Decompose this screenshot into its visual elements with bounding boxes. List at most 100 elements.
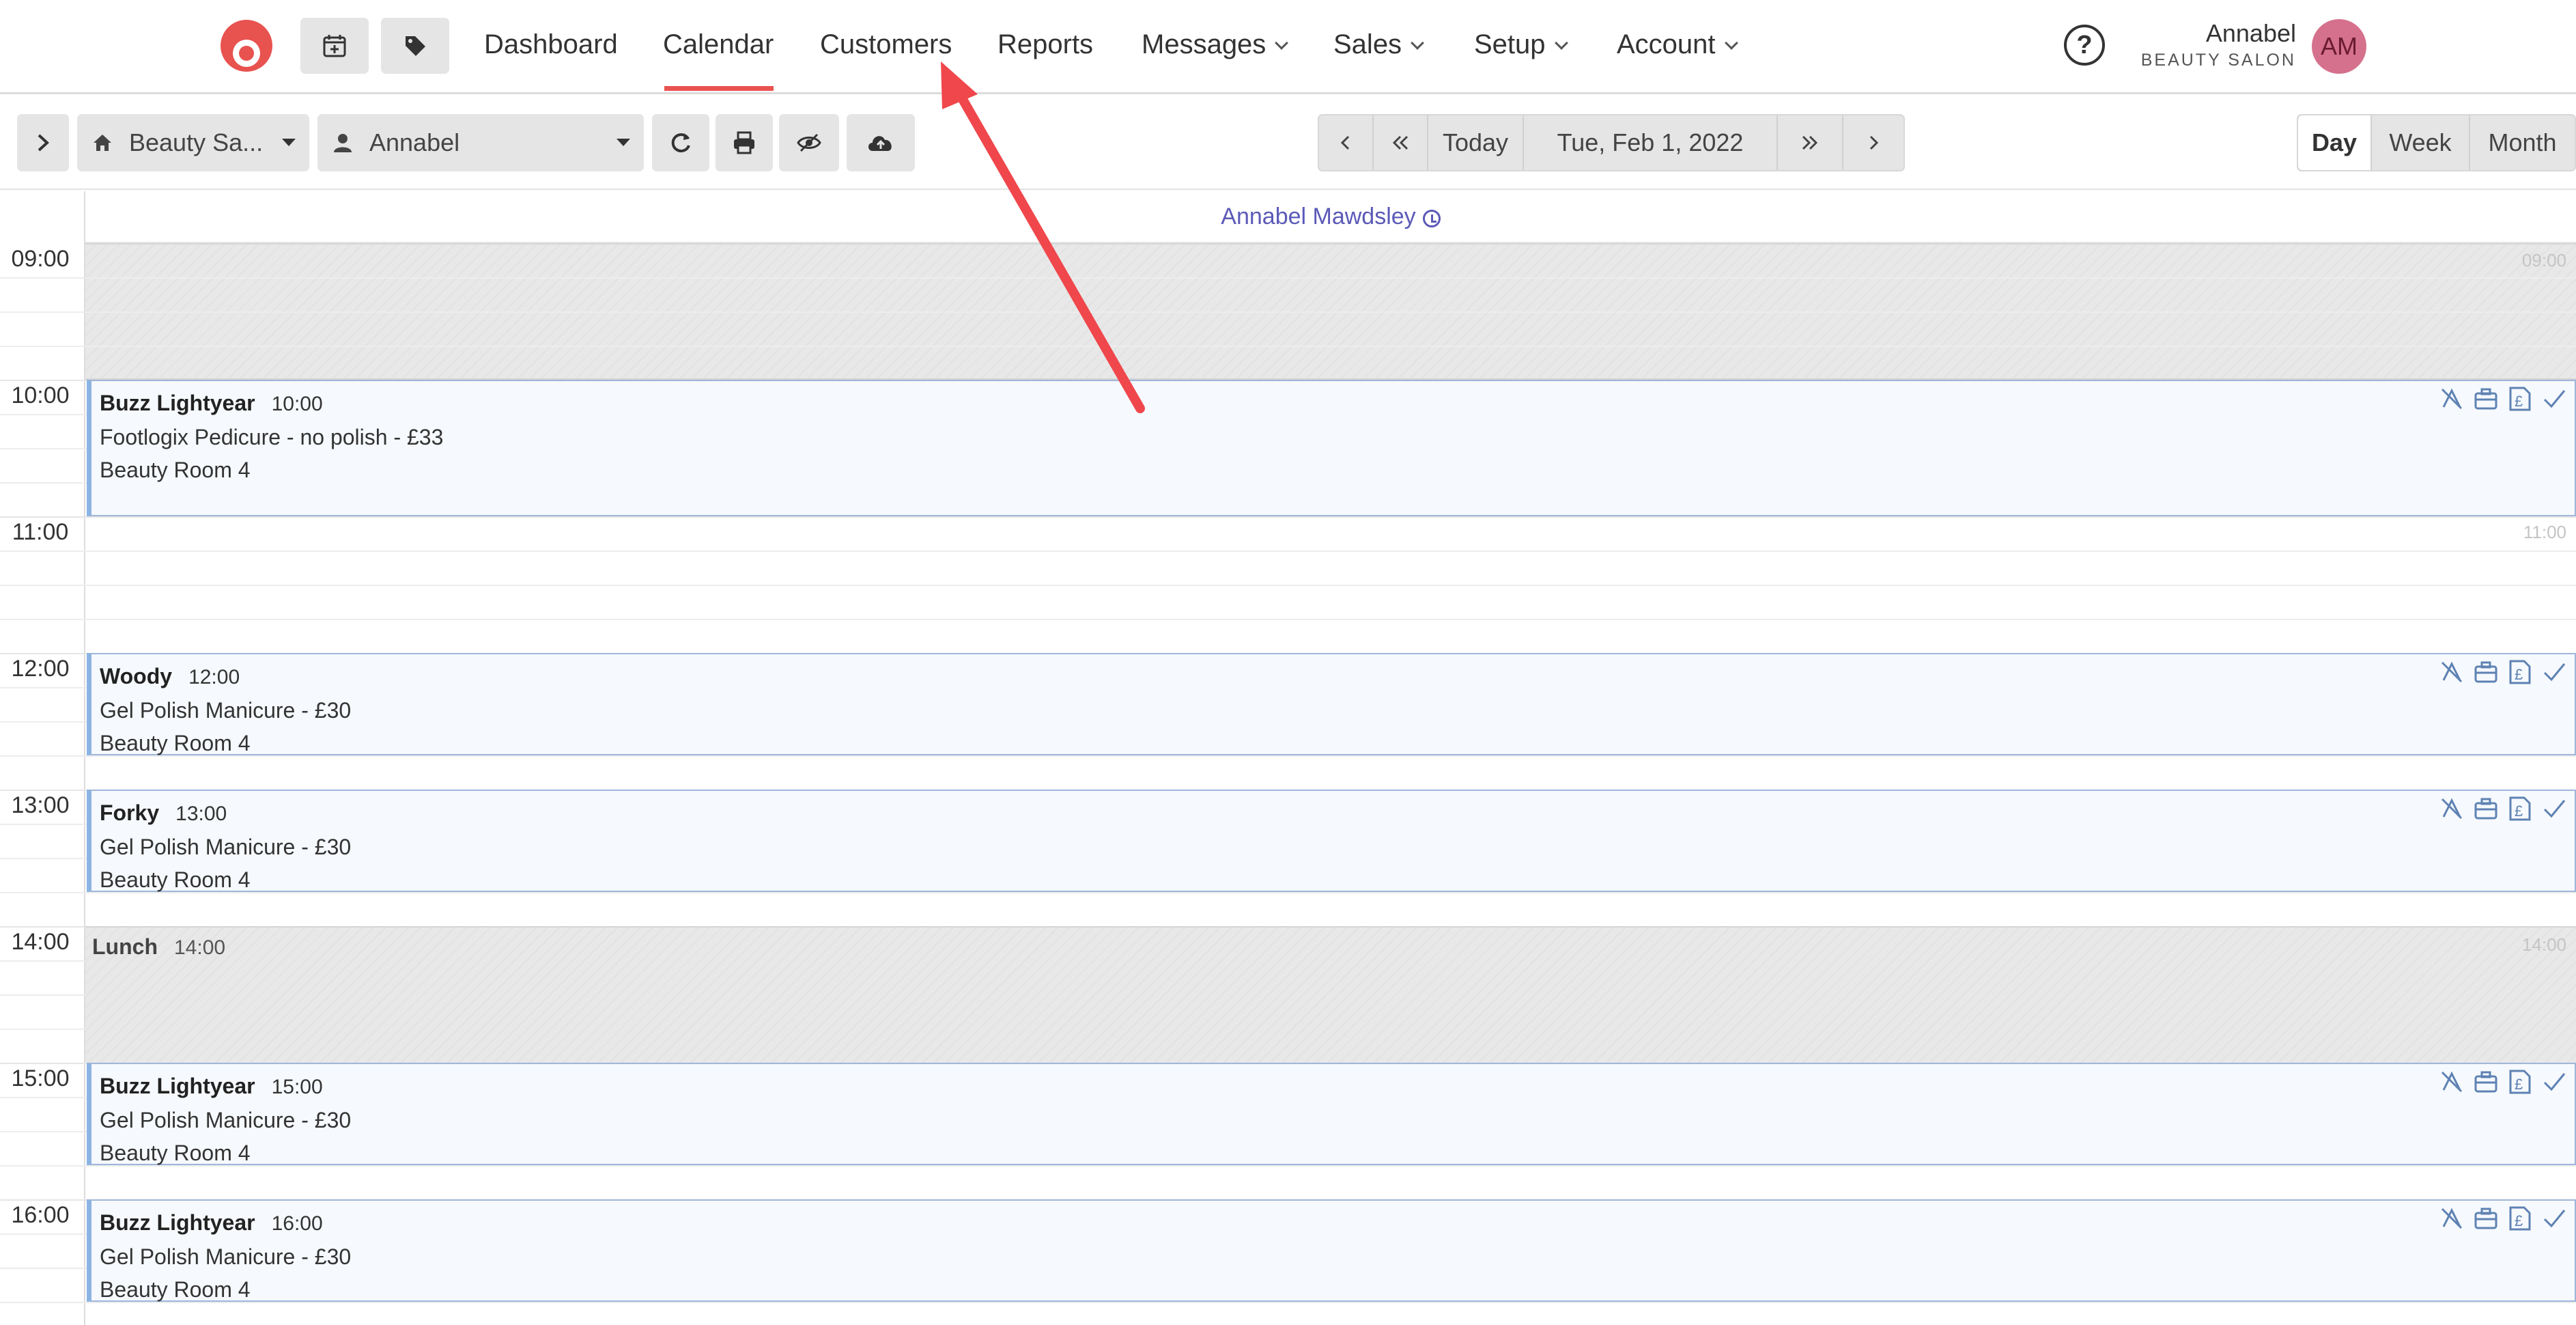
help-icon[interactable]: ? — [2064, 25, 2105, 66]
briefcase-icon[interactable] — [2472, 1205, 2500, 1232]
appointment-client: Woody — [100, 664, 173, 688]
nav-calendar[interactable]: Calendar — [663, 27, 774, 61]
lunch-break[interactable]: Lunch 14:00 14:00 — [85, 926, 2576, 1063]
view-day-button[interactable]: Day — [2298, 115, 2372, 170]
active-tab-indicator — [664, 86, 774, 91]
check-icon[interactable] — [2540, 1205, 2568, 1232]
appointment[interactable]: Woody 12:00 Gel Polish Manicure - £30 Bea… — [87, 653, 2576, 755]
briefcase-icon[interactable] — [2472, 658, 2500, 686]
appointment-time: 16:00 — [271, 1212, 323, 1235]
location-select[interactable]: Beauty Sa... — [77, 114, 309, 171]
appointment-room: Beauty Room 4 — [100, 458, 251, 482]
payment-icon[interactable]: £ — [2506, 1205, 2534, 1232]
no-show-icon[interactable] — [2438, 795, 2465, 822]
hour-label: 12:00 — [11, 656, 70, 682]
nav-dashboard[interactable]: Dashboard — [484, 27, 618, 61]
no-show-icon[interactable] — [2438, 1068, 2465, 1096]
next-day-button[interactable] — [1843, 115, 1903, 170]
hour-label: 14:00 — [11, 929, 70, 955]
payment-icon[interactable]: £ — [2506, 1068, 2534, 1096]
appointment-service: Gel Polish Manicure - £30 — [100, 1244, 352, 1269]
appointment[interactable]: Buzz Lightyear 10:00 Footlogix Pedicure -… — [87, 380, 2576, 516]
hour-label: 09:00 — [11, 246, 70, 272]
appointment-room: Beauty Room 4 — [100, 1277, 251, 1302]
calendar-plus-icon — [323, 35, 346, 57]
staff-select-value: Annabel — [369, 128, 460, 156]
appointment-service: Gel Polish Manicure - £30 — [100, 835, 352, 859]
top-navigation: Dashboard Calendar Customers Reports Mes… — [0, 0, 2576, 94]
staff-name-link[interactable]: Annabel Mawdsley — [1221, 204, 1415, 230]
svg-text:£: £ — [2515, 803, 2523, 820]
clock-icon[interactable] — [1422, 210, 1441, 227]
chevron-down-icon — [1724, 36, 1738, 50]
tag-button[interactable] — [381, 18, 449, 74]
next-week-button[interactable] — [1778, 115, 1843, 170]
svg-text:£: £ — [2515, 1212, 2523, 1229]
cloud-upload-icon — [868, 136, 892, 151]
appointment-client: Buzz Lightyear — [100, 391, 255, 415]
check-icon[interactable] — [2540, 658, 2568, 686]
appointment[interactable]: Forky 13:00 Gel Polish Manicure - £30 Bea… — [87, 790, 2576, 892]
refresh-icon — [671, 133, 690, 153]
appointment-actions: £ — [2438, 1068, 2568, 1096]
avatar[interactable]: AM — [2312, 19, 2366, 74]
briefcase-icon[interactable] — [2472, 385, 2500, 413]
new-appointment-button[interactable] — [300, 18, 369, 74]
chevron-down-icon — [1554, 36, 1568, 50]
previous-day-button[interactable] — [1319, 115, 1374, 170]
nav-messages[interactable]: Messages — [1142, 27, 1289, 61]
nav-setup-label: Setup — [1474, 29, 1546, 59]
check-icon[interactable] — [2540, 795, 2568, 822]
eye-slash-icon — [797, 133, 821, 152]
current-date[interactable]: Tue, Feb 1, 2022 — [1524, 115, 1778, 170]
appointment-room: Beauty Room 4 — [100, 1141, 251, 1165]
briefcase-icon[interactable] — [2472, 795, 2500, 822]
appointment-room: Beauty Room 4 — [100, 731, 251, 755]
nav-account[interactable]: Account — [1617, 27, 1738, 61]
no-show-icon[interactable] — [2438, 385, 2465, 413]
view-switcher: Day Week Month — [2297, 114, 2576, 171]
appointment[interactable]: Buzz Lightyear 16:00 Gel Polish Manicure … — [87, 1199, 2576, 1302]
nav-sales[interactable]: Sales — [1333, 27, 1424, 61]
staff-select[interactable]: Annabel — [317, 114, 644, 171]
no-show-icon[interactable] — [2438, 658, 2465, 686]
hour-label: 10:00 — [11, 382, 70, 408]
logo-icon[interactable] — [218, 18, 274, 74]
chevron-left-icon — [1340, 135, 1350, 150]
business-name: BEAUTY SALON — [2140, 51, 2296, 70]
payment-icon[interactable]: £ — [2506, 658, 2534, 686]
appointment-service: Gel Polish Manicure - £30 — [100, 698, 352, 723]
svg-text:£: £ — [2515, 666, 2523, 683]
check-icon[interactable] — [2540, 385, 2568, 413]
staff-header: Annabel Mawdsley — [85, 191, 2576, 243]
payment-icon[interactable]: £ — [2506, 385, 2534, 413]
appointment-service: Gel Polish Manicure - £30 — [100, 1108, 352, 1132]
appointment-actions: £ — [2438, 795, 2568, 822]
previous-week-button[interactable] — [1374, 115, 1428, 170]
chevron-down-icon — [1275, 36, 1289, 50]
view-week-button[interactable]: Week — [2372, 115, 2470, 170]
time-column — [0, 191, 85, 1325]
hour-label: 16:00 — [11, 1202, 70, 1228]
payment-icon[interactable]: £ — [2506, 795, 2534, 822]
hour-label: 15:00 — [11, 1065, 70, 1091]
toggle-visibility-button[interactable] — [779, 114, 839, 171]
nav-customers[interactable]: Customers — [820, 27, 952, 61]
appointment-client: Forky — [100, 800, 160, 825]
no-show-icon[interactable] — [2438, 1205, 2465, 1232]
check-icon[interactable] — [2540, 1068, 2568, 1096]
print-button[interactable] — [716, 114, 773, 171]
today-button[interactable]: Today — [1428, 115, 1524, 170]
chevron-right-icon — [1869, 135, 1879, 150]
appointment-time: 10:00 — [271, 393, 323, 415]
nav-reports[interactable]: Reports — [997, 27, 1093, 61]
nav-setup[interactable]: Setup — [1474, 27, 1568, 61]
refresh-button[interactable] — [652, 114, 709, 171]
slot-time-marker: 09:00 — [2521, 250, 2566, 270]
expand-sidebar-button[interactable] — [17, 114, 69, 171]
view-month-button[interactable]: Month — [2470, 115, 2575, 170]
briefcase-icon[interactable] — [2472, 1068, 2500, 1096]
cloud-upload-button[interactable] — [847, 114, 915, 171]
user-name[interactable]: Annabel — [2206, 19, 2296, 48]
appointment[interactable]: Buzz Lightyear 15:00 Gel Polish Manicure … — [87, 1063, 2576, 1165]
